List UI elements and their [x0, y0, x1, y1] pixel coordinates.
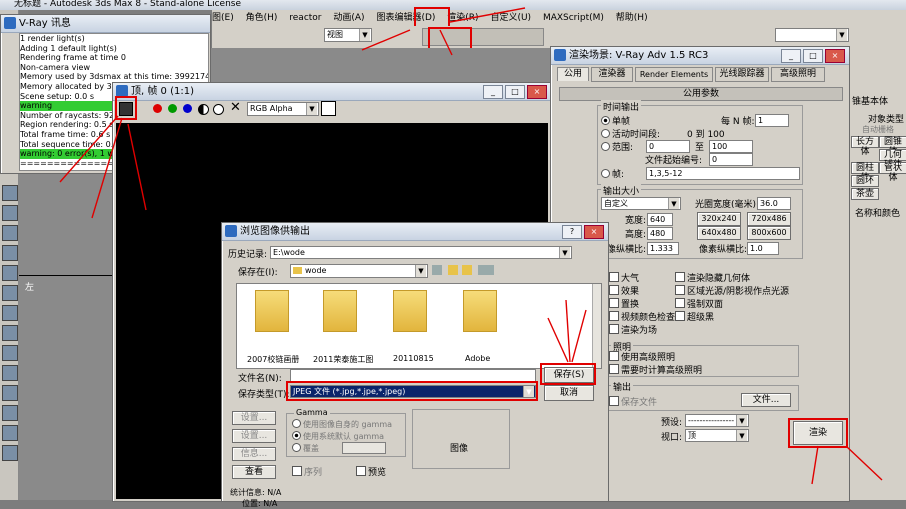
arrow-line: [449, 7, 526, 23]
arrow-line: [565, 299, 571, 363]
annotation-arrows: [59, 7, 883, 485]
arrow-line: [127, 123, 147, 211]
arrow-line: [361, 29, 411, 51]
arrow-line: [547, 317, 569, 363]
arrow-line: [571, 309, 587, 363]
arrow-line: [845, 445, 883, 481]
arrow-line: [91, 117, 123, 219]
arrow-line: [439, 29, 453, 56]
arrow-line: [59, 115, 119, 183]
arrow-line: [811, 445, 819, 485]
